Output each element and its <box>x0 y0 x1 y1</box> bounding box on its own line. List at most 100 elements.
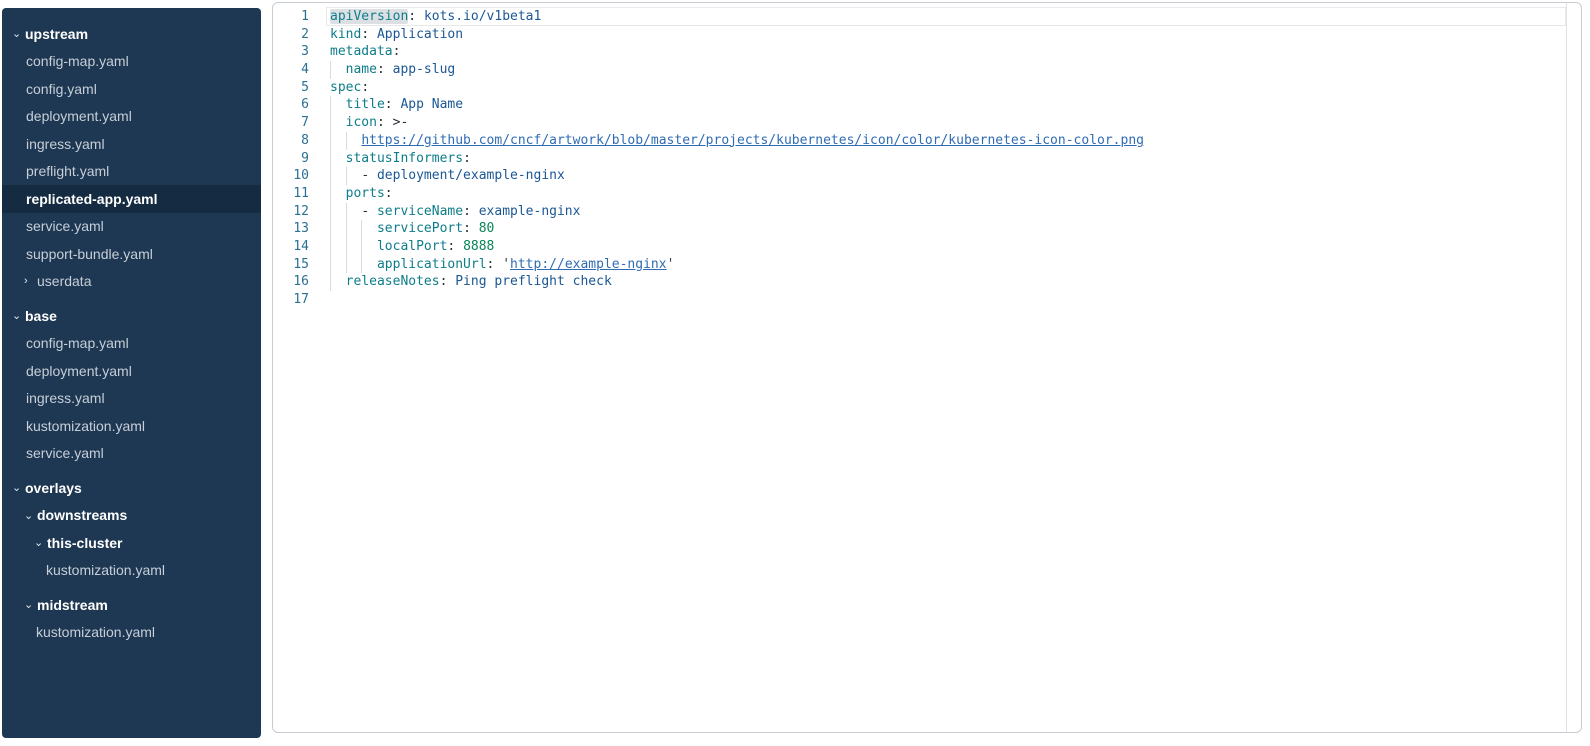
code-line[interactable]: 15 applicationUrl: 'http://example-nginx… <box>273 256 1566 274</box>
code-line[interactable]: 4 name: app-slug <box>273 61 1566 79</box>
code-line[interactable]: 17 <box>273 291 1566 309</box>
line-number: 8 <box>273 132 309 150</box>
tree-item-label: preflight.yaml <box>26 163 109 179</box>
code-token: : <box>385 97 401 112</box>
tree-file-ingress-yaml[interactable]: ingress.yaml <box>2 130 261 158</box>
code-line-content: servicePort: 80 <box>330 220 1566 238</box>
line-number: 16 <box>273 273 309 291</box>
code-token: servicePort <box>377 221 463 236</box>
code-line-content: - serviceName: example-nginx <box>330 203 1566 221</box>
code-token <box>330 239 377 254</box>
code-line-content: icon: >- <box>330 114 1566 132</box>
highlighted-word: apiVersion <box>330 9 408 24</box>
code-line[interactable]: 13 servicePort: 80 <box>273 220 1566 238</box>
tree-file-config-map-yaml[interactable]: config-map.yaml <box>2 330 261 358</box>
tree-file-service-yaml[interactable]: service.yaml <box>2 213 261 241</box>
tree-file-deployment-yaml[interactable]: deployment.yaml <box>2 357 261 385</box>
code-token: ' <box>502 257 510 272</box>
code-link[interactable]: https://github.com/cncf/artwork/blob/mas… <box>361 133 1144 148</box>
code-token: example-nginx <box>479 204 581 219</box>
line-number: 7 <box>273 114 309 132</box>
code-line[interactable]: 12 - serviceName: example-nginx <box>273 203 1566 221</box>
code-token: : <box>463 151 471 166</box>
tree-folder-downstreams[interactable]: ⌄downstreams <box>2 502 261 530</box>
code-token: : <box>385 186 393 201</box>
tree-item-label: overlays <box>25 480 82 496</box>
tree-file-config-yaml[interactable]: config.yaml <box>2 75 261 103</box>
tree-file-config-map-yaml[interactable]: config-map.yaml <box>2 48 261 76</box>
code-line[interactable]: 11 ports: <box>273 185 1566 203</box>
chevron-down-icon: ⌄ <box>24 598 37 611</box>
code-token: - <box>361 168 377 183</box>
code-line-content: https://github.com/cncf/artwork/blob/mas… <box>330 132 1566 150</box>
code-line[interactable]: 10 - deployment/example-nginx <box>273 167 1566 185</box>
line-number: 11 <box>273 185 309 203</box>
code-token: >- <box>393 115 409 130</box>
tree-item-label: replicated-app.yaml <box>26 191 158 207</box>
code-token <box>330 221 377 236</box>
code-line[interactable]: 16 releaseNotes: Ping preflight check <box>273 273 1566 291</box>
chevron-down-icon: ⌄ <box>12 27 25 40</box>
code-token: : <box>361 27 377 42</box>
tree-folder-this-cluster[interactable]: ⌄this-cluster <box>2 529 261 557</box>
tree-item-label: config.yaml <box>26 81 97 97</box>
line-number: 10 <box>273 167 309 185</box>
code-editor[interactable]: 1apiVersion: kots.io/v1beta12kind: Appli… <box>273 8 1566 309</box>
code-line-content: title: App Name <box>330 96 1566 114</box>
tree-item-label: base <box>25 308 57 324</box>
code-line[interactable]: 14 localPort: 8888 <box>273 238 1566 256</box>
tree-folder-upstream[interactable]: ⌄upstream <box>2 20 261 48</box>
tree-file-kustomization-yaml[interactable]: kustomization.yaml <box>2 619 261 647</box>
tree-folder-overlays[interactable]: ⌄overlays <box>2 474 261 502</box>
tree-file-kustomization-yaml[interactable]: kustomization.yaml <box>2 412 261 440</box>
tree-folder-midstream[interactable]: ⌄midstream <box>2 591 261 619</box>
code-token: applicationUrl <box>377 257 487 272</box>
code-token: App Name <box>400 97 463 112</box>
code-token <box>330 274 346 289</box>
code-token: releaseNotes <box>346 274 440 289</box>
code-line[interactable]: 7 icon: >- <box>273 114 1566 132</box>
code-token: : <box>377 115 393 130</box>
code-line[interactable]: 5spec: <box>273 79 1566 97</box>
tree-item-label: upstream <box>25 26 88 42</box>
code-token: : <box>408 9 424 24</box>
tree-item-label: kustomization.yaml <box>46 562 165 578</box>
line-number: 9 <box>273 150 309 168</box>
tree-item-label: downstreams <box>37 507 127 523</box>
code-line[interactable]: 9 statusInformers: <box>273 150 1566 168</box>
code-token <box>330 62 346 77</box>
tree-file-ingress-yaml[interactable]: ingress.yaml <box>2 385 261 413</box>
code-line-content: metadata: <box>330 43 1566 61</box>
chevron-down-icon: ⌄ <box>34 536 47 549</box>
code-line-content: apiVersion: kots.io/v1beta1 <box>330 8 1566 26</box>
code-token: ' <box>667 257 675 272</box>
tree-file-deployment-yaml[interactable]: deployment.yaml <box>2 103 261 131</box>
tree-item-label: service.yaml <box>26 445 104 461</box>
editor-scrollbar-gutter[interactable] <box>1566 3 1567 732</box>
code-line-content: name: app-slug <box>330 61 1566 79</box>
tree-file-replicated-app-yaml[interactable]: replicated-app.yaml <box>2 185 261 213</box>
tree-item-label: kustomization.yaml <box>36 624 155 640</box>
tree-file-service-yaml[interactable]: service.yaml <box>2 440 261 468</box>
code-token: icon <box>346 115 377 130</box>
code-line[interactable]: 2kind: Application <box>273 26 1566 44</box>
code-line[interactable]: 8 https://github.com/cncf/artwork/blob/m… <box>273 132 1566 150</box>
code-token <box>330 168 361 183</box>
tree-file-kustomization-yaml[interactable]: kustomization.yaml <box>2 557 261 585</box>
code-token: Ping preflight check <box>455 274 612 289</box>
code-line[interactable]: 6 title: App Name <box>273 96 1566 114</box>
code-line[interactable]: 3metadata: <box>273 43 1566 61</box>
tree-folder-userdata[interactable]: ›userdata <box>2 268 261 296</box>
tree-file-support-bundle-yaml[interactable]: support-bundle.yaml <box>2 240 261 268</box>
code-line[interactable]: 1apiVersion: kots.io/v1beta1 <box>273 8 1566 26</box>
code-link[interactable]: http://example-nginx <box>510 257 667 272</box>
tree-file-preflight-yaml[interactable]: preflight.yaml <box>2 158 261 186</box>
code-line-content: localPort: 8888 <box>330 238 1566 256</box>
code-token: deployment/example-nginx <box>377 168 565 183</box>
line-number: 14 <box>273 238 309 256</box>
tree-folder-base[interactable]: ⌄base <box>2 302 261 330</box>
code-token: statusInformers <box>346 151 463 166</box>
code-token: spec <box>330 80 361 95</box>
code-token: - <box>361 204 377 219</box>
code-token: title <box>346 97 385 112</box>
